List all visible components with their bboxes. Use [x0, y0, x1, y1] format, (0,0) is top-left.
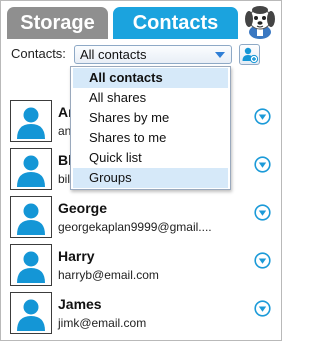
contacts-filter-value: All contacts	[80, 47, 147, 62]
tab-contacts[interactable]: Contacts	[113, 7, 238, 39]
chevron-down-circle-icon[interactable]	[254, 204, 271, 221]
contacts-filter-select[interactable]: All contacts	[74, 45, 232, 64]
person-silhouette-icon	[10, 244, 52, 286]
menu-item-shares-to-me[interactable]: Shares to me	[73, 128, 228, 148]
person-silhouette-icon	[10, 100, 52, 142]
chevron-down-circle-icon[interactable]	[254, 300, 271, 317]
contact-email: harryb@email.com	[58, 268, 159, 282]
contacts-filter-label: Contacts:	[11, 46, 66, 61]
menu-item-groups[interactable]: Groups	[73, 168, 228, 188]
contact-name: Harry	[58, 248, 95, 264]
menu-item-all-contacts[interactable]: All contacts	[73, 68, 228, 88]
contact-email: bil	[58, 172, 71, 186]
add-contact-button[interactable]	[239, 44, 260, 65]
filter-row: Contacts: All contacts	[1, 39, 281, 69]
dog-mascot-icon	[239, 2, 281, 40]
contact-row[interactable]: James jimk@email.com	[1, 288, 281, 336]
contact-row[interactable]: George georgekaplan9999@gmail....	[1, 192, 281, 240]
add-contact-icon	[242, 47, 259, 64]
contact-name: George	[58, 200, 108, 216]
contact-email: georgekaplan9999@gmail....	[58, 220, 212, 234]
contacts-filter-menu: All contacts All shares Shares by me Sha…	[70, 66, 231, 190]
chevron-down-circle-icon[interactable]	[254, 156, 271, 173]
contact-email: jimk@email.com	[58, 316, 147, 330]
chevron-down-circle-icon[interactable]	[254, 108, 271, 125]
contacts-panel: Storage Contacts Contacts: All contacts	[0, 0, 282, 341]
person-silhouette-icon	[10, 292, 52, 334]
menu-item-all-shares[interactable]: All shares	[73, 88, 228, 108]
tab-bar: Storage Contacts	[1, 1, 281, 40]
menu-item-shares-by-me[interactable]: Shares by me	[73, 108, 228, 128]
chevron-down-circle-icon[interactable]	[254, 252, 271, 269]
person-silhouette-icon	[10, 196, 52, 238]
tab-storage[interactable]: Storage	[7, 7, 108, 39]
person-silhouette-icon	[10, 148, 52, 190]
triangle-down-icon	[215, 52, 225, 58]
contact-row[interactable]: Harry harryb@email.com	[1, 240, 281, 288]
menu-item-quick-list[interactable]: Quick list	[73, 148, 228, 168]
contact-name: James	[58, 296, 102, 312]
